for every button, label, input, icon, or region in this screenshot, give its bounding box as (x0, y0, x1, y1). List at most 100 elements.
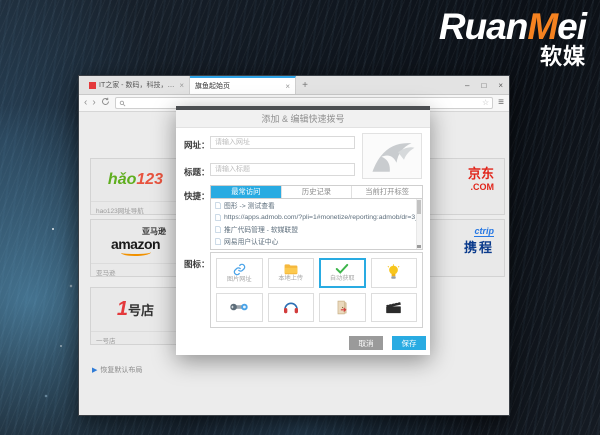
door-icon (335, 300, 349, 315)
forward-button[interactable]: › (92, 98, 95, 108)
icon-section-label: 图标： (184, 258, 210, 270)
jd-com-text: .COM (471, 182, 495, 192)
save-button[interactable]: 保存 (392, 336, 426, 350)
list-item-text: 图形 -> 测试查看 (224, 200, 275, 210)
browser-window: IT之家 - 数码，科技，生活 × 旗鱼起始页 × + – □ × ‹ › (78, 75, 510, 416)
folder-icon (284, 263, 298, 275)
tab-ithome[interactable]: IT之家 - 数码，科技，生活 × (84, 76, 190, 94)
dialog-tab-group: 最常访问 历史记录 当前打开标签 (210, 185, 423, 199)
speed-dial-yihaodian[interactable]: 1号店 一号店 (90, 287, 181, 345)
list-scrollbar[interactable] (416, 199, 422, 249)
speed-dial-hao123[interactable]: hǎo123 hao123网址导航 (90, 158, 181, 215)
list-item[interactable]: https://apps.admob.com/?pli=1#monetize/r… (211, 211, 422, 223)
tile-label: 自动获取 (330, 276, 355, 282)
dialog-body: 网址： 标题： 快捷： 最常访问 历史记录 当前打开标签 (176, 128, 430, 355)
close-window-button[interactable]: × (498, 81, 503, 90)
shortcut-label: 快捷： (184, 190, 210, 202)
logo-m: M (527, 6, 557, 47)
speed-dial-amazon[interactable]: 亚马逊 amazon 亚马逊 (90, 219, 181, 277)
tile-headphones[interactable] (268, 293, 315, 323)
tile-clapperboard[interactable] (371, 293, 418, 323)
speed-dial-jd[interactable]: 京东 .COM (421, 158, 505, 215)
card-caption: 亚马逊 (91, 263, 180, 276)
hao123-logo-red: 123 (136, 171, 163, 188)
check-icon (335, 263, 349, 275)
minimize-button[interactable]: – (465, 81, 469, 90)
tab-open-tabs[interactable]: 当前打开标签 (352, 186, 422, 198)
jd-logo: 京东 .COM (422, 159, 504, 200)
icon-picker-grid: 图片网址 本地上传 自动获取 (210, 252, 423, 328)
list-item[interactable]: 网易用户认证中心 (211, 235, 422, 247)
yihaodian-text: 号店 (128, 303, 154, 318)
page-icon (215, 202, 221, 209)
amazon-logo: 亚马逊 amazon (91, 220, 180, 262)
tile-label: 图片网址 (227, 277, 252, 283)
scrollbar-end (417, 245, 421, 248)
tile-local-upload[interactable]: 本地上传 (268, 258, 315, 288)
tile-auto-fetch[interactable]: 自动获取 (319, 258, 366, 288)
ruanmei-logo-text: RuanMei (439, 8, 586, 45)
card-caption: hao123网址导航 (91, 201, 180, 214)
title-input[interactable] (210, 163, 355, 176)
ctrip-logo: ctrip 携程 (422, 220, 504, 262)
list-item-text: 网易用户认证中心 (224, 236, 278, 246)
hao123-logo: hǎo123 (91, 159, 180, 200)
ithome-favicon-icon (89, 82, 96, 89)
ruanmei-logo: RuanMei 软媒 (439, 8, 586, 68)
logo-ruan: Ruan (439, 6, 528, 47)
close-tab-icon[interactable]: × (179, 81, 184, 90)
tab-history[interactable]: 历史记录 (282, 186, 353, 198)
bulb-icon (386, 264, 401, 281)
yihaodian-logo: 1号店 (91, 288, 180, 330)
back-button[interactable]: ‹ (84, 98, 87, 108)
tile-label: 本地上传 (278, 276, 303, 282)
restore-default-layout-link[interactable]: ▶ 恢复默认布局 (92, 365, 142, 375)
card-caption: 一号店 (91, 331, 180, 344)
tile-image-url[interactable]: 图片网址 (216, 258, 263, 288)
list-item-text: 推广代码管理 - 软媒联盟 (224, 224, 298, 234)
tile-door[interactable] (319, 293, 366, 323)
sailfish-logo-icon (368, 137, 416, 175)
wallpaper-sparkles (0, 0, 2, 2)
tile-lightbulb[interactable] (371, 258, 418, 288)
headphones-icon (283, 300, 299, 314)
page-icon (215, 238, 221, 245)
clapperboard-icon (385, 300, 402, 314)
bookmark-star-icon[interactable]: ☆ (482, 99, 489, 107)
suggestion-list: 图形 -> 测试查看 https://apps.admob.com/?pli=1… (210, 199, 423, 250)
tab-bar: IT之家 - 数码，科技，生活 × 旗鱼起始页 × + – □ × (79, 76, 509, 95)
link-icon (233, 263, 246, 276)
ctrip-en-text: ctrip (474, 226, 494, 237)
reload-button[interactable] (101, 97, 110, 109)
restore-link-label: 恢复默认布局 (100, 365, 142, 375)
cancel-button[interactable]: 取消 (349, 336, 383, 350)
page-icon (215, 214, 221, 221)
tab-most-visited[interactable]: 最常访问 (211, 186, 282, 198)
search-icon (119, 100, 126, 107)
new-tab-button[interactable]: + (296, 76, 314, 94)
title-label: 标题： (184, 166, 210, 178)
ctrip-cn-text: 携程 (464, 237, 494, 256)
jd-cn-text: 京东 (468, 167, 494, 181)
speed-dial-ctrip[interactable]: ctrip 携程 (421, 219, 505, 277)
hao123-logo-green: hǎo (108, 171, 136, 188)
tab-startpage[interactable]: 旗鱼起始页 × (190, 76, 296, 94)
tile-gamepad[interactable] (216, 293, 263, 323)
maximize-button[interactable]: □ (481, 81, 486, 90)
amazon-smile-icon (121, 249, 151, 256)
dialog-footer: 取消 保存 (349, 336, 426, 350)
list-item[interactable]: 推广代码管理 - 软媒联盟 (211, 223, 422, 235)
icon-preview-box (362, 133, 422, 179)
tab-label: IT之家 - 数码，科技，生活 (99, 80, 176, 90)
list-item[interactable]: 图形 -> 测试查看 (211, 199, 422, 211)
reload-icon (101, 97, 110, 106)
scrollbar-thumb[interactable] (417, 200, 421, 214)
url-label: 网址： (184, 139, 210, 151)
logo-ei: ei (557, 6, 586, 47)
menu-icon[interactable]: ≡ (498, 98, 504, 108)
url-input[interactable] (210, 136, 355, 149)
speed-dial-dialog: 添加 & 编辑快速拨号 网址： 标题： 快捷： 最常访问 历史记录 当前打开标签 (176, 106, 430, 355)
close-tab-icon[interactable]: × (285, 82, 290, 91)
dialog-title: 添加 & 编辑快速拨号 (176, 110, 430, 128)
ruanmei-logo-subtitle: 软媒 (439, 46, 586, 68)
